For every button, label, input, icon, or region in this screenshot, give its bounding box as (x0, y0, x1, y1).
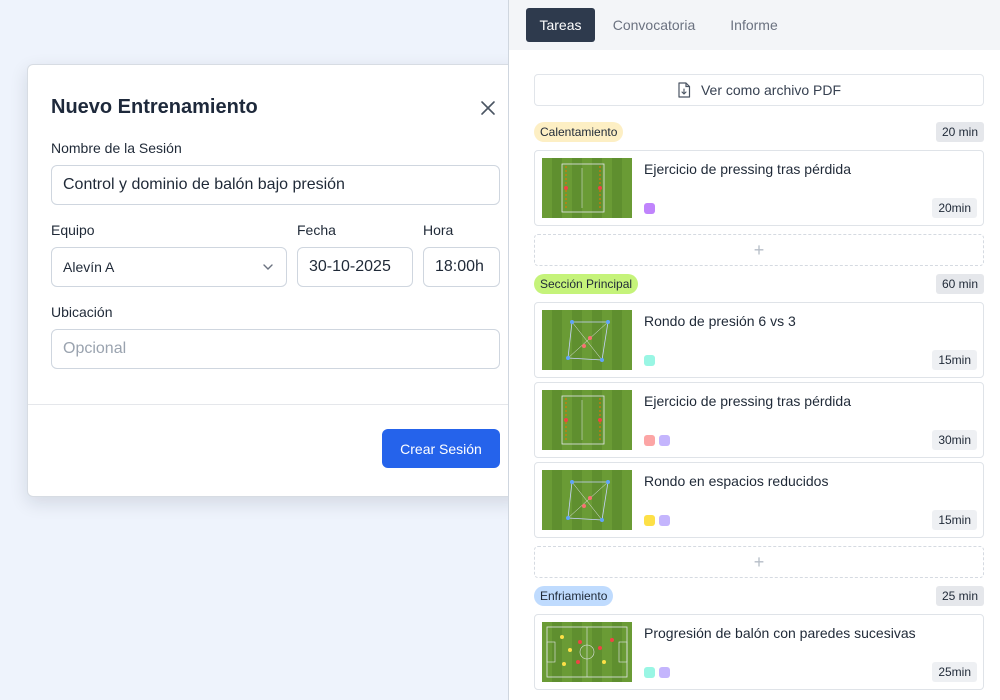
pitch-diagram-icon (542, 390, 632, 450)
tag-dot (659, 667, 670, 678)
section-header-enfriamiento: Enfriamiento 25 min (534, 586, 984, 606)
task-duration: 15min (932, 350, 977, 370)
task-title: Ejercicio de pressing tras pérdida (644, 161, 851, 177)
location-label: Ubicación (51, 304, 113, 320)
tag-dot (659, 515, 670, 526)
section-tag: Sección Principal (534, 274, 639, 294)
time-label: Hora (423, 222, 454, 238)
section-tag: Calentamiento (534, 122, 624, 142)
session-name-label: Nombre de la Sesión (51, 140, 182, 156)
section-header-calentamiento: Calentamiento 20 min (534, 122, 984, 142)
create-session-button[interactable]: Crear Sesión (382, 429, 500, 468)
view-pdf-label: Ver como archivo PDF (700, 82, 842, 98)
section-header-principal: Sección Principal 60 min (534, 274, 984, 294)
task-duration: 25min (932, 662, 977, 682)
task-card[interactable]: Rondo de presión 6 vs 3 15min (534, 302, 984, 378)
task-tags (644, 667, 670, 678)
tag-dot (644, 203, 655, 214)
task-duration: 30min (932, 430, 977, 450)
task-tags (644, 515, 670, 526)
task-diagram-thumbnail (542, 390, 632, 450)
date-input[interactable]: 30-10-2025 (297, 247, 413, 287)
task-tags (644, 355, 655, 366)
session-panel: Tareas Convocatoria Informe Ver como arc… (508, 0, 1000, 700)
section-tag: Enfriamiento (534, 586, 614, 606)
location-placeholder: Opcional (63, 340, 127, 357)
session-name-value: Control y dominio de balón bajo presión (63, 176, 345, 193)
pitch-diagram-icon (542, 622, 632, 682)
tab-informe[interactable]: Informe (717, 8, 791, 42)
pdf-file-icon (678, 82, 691, 98)
tab-tareas[interactable]: Tareas (526, 8, 595, 42)
section-duration: 60 min (935, 274, 984, 294)
team-label: Equipo (51, 222, 95, 238)
task-diagram-thumbnail (542, 310, 632, 370)
chevron-down-icon (263, 264, 273, 270)
tag-dot (644, 667, 655, 678)
section-duration: 20 min (935, 122, 984, 142)
add-task-slot[interactable]: + (534, 546, 984, 578)
tag-dot (644, 515, 655, 526)
section-duration: 25 min (935, 586, 984, 606)
tabs-bar: Tareas Convocatoria Informe (509, 0, 1000, 50)
pitch-diagram-icon (542, 310, 632, 370)
task-diagram-thumbnail (542, 158, 632, 218)
task-duration: 15min (932, 510, 977, 530)
pitch-diagram-icon (542, 158, 632, 218)
task-tags (644, 435, 670, 446)
tab-convocatoria[interactable]: Convocatoria (601, 8, 707, 42)
close-icon[interactable] (478, 98, 498, 118)
task-title: Rondo en espacios reducidos (644, 473, 829, 489)
tag-dot (644, 435, 655, 446)
date-value: 30-10-2025 (309, 258, 391, 275)
task-tags (644, 203, 655, 214)
task-card[interactable]: Rondo en espacios reducidos 15min (534, 462, 984, 538)
view-pdf-button[interactable]: Ver como archivo PDF (534, 74, 984, 106)
time-input[interactable]: 18:00h (423, 247, 500, 287)
task-card[interactable]: Progresión de balón con paredes sucesiva… (534, 614, 984, 690)
task-diagram-thumbnail (542, 622, 632, 682)
time-value: 18:00h (435, 258, 484, 275)
task-card[interactable]: Ejercicio de pressing tras pérdida 20min (534, 150, 984, 226)
task-diagram-thumbnail (542, 470, 632, 530)
tag-dot (659, 435, 670, 446)
task-card[interactable]: Ejercicio de pressing tras pérdida 30min (534, 382, 984, 458)
new-training-modal: Nuevo Entrenamiento Nombre de la Sesión … (27, 64, 522, 497)
task-duration: 20min (932, 198, 977, 218)
team-value: Alevín A (63, 259, 115, 275)
task-title: Progresión de balón con paredes sucesiva… (644, 625, 916, 641)
team-select[interactable]: Alevín A (51, 247, 287, 287)
modal-title: Nuevo Entrenamiento (51, 96, 258, 118)
tag-dot (644, 355, 655, 366)
task-title: Ejercicio de pressing tras pérdida (644, 393, 851, 409)
pitch-diagram-icon (542, 470, 632, 530)
location-input[interactable]: Opcional (51, 329, 500, 369)
modal-divider (28, 404, 521, 405)
task-title: Rondo de presión 6 vs 3 (644, 313, 796, 329)
add-task-slot[interactable]: + (534, 234, 984, 266)
date-label: Fecha (297, 222, 336, 238)
session-name-input[interactable]: Control y dominio de balón bajo presión (51, 165, 500, 205)
